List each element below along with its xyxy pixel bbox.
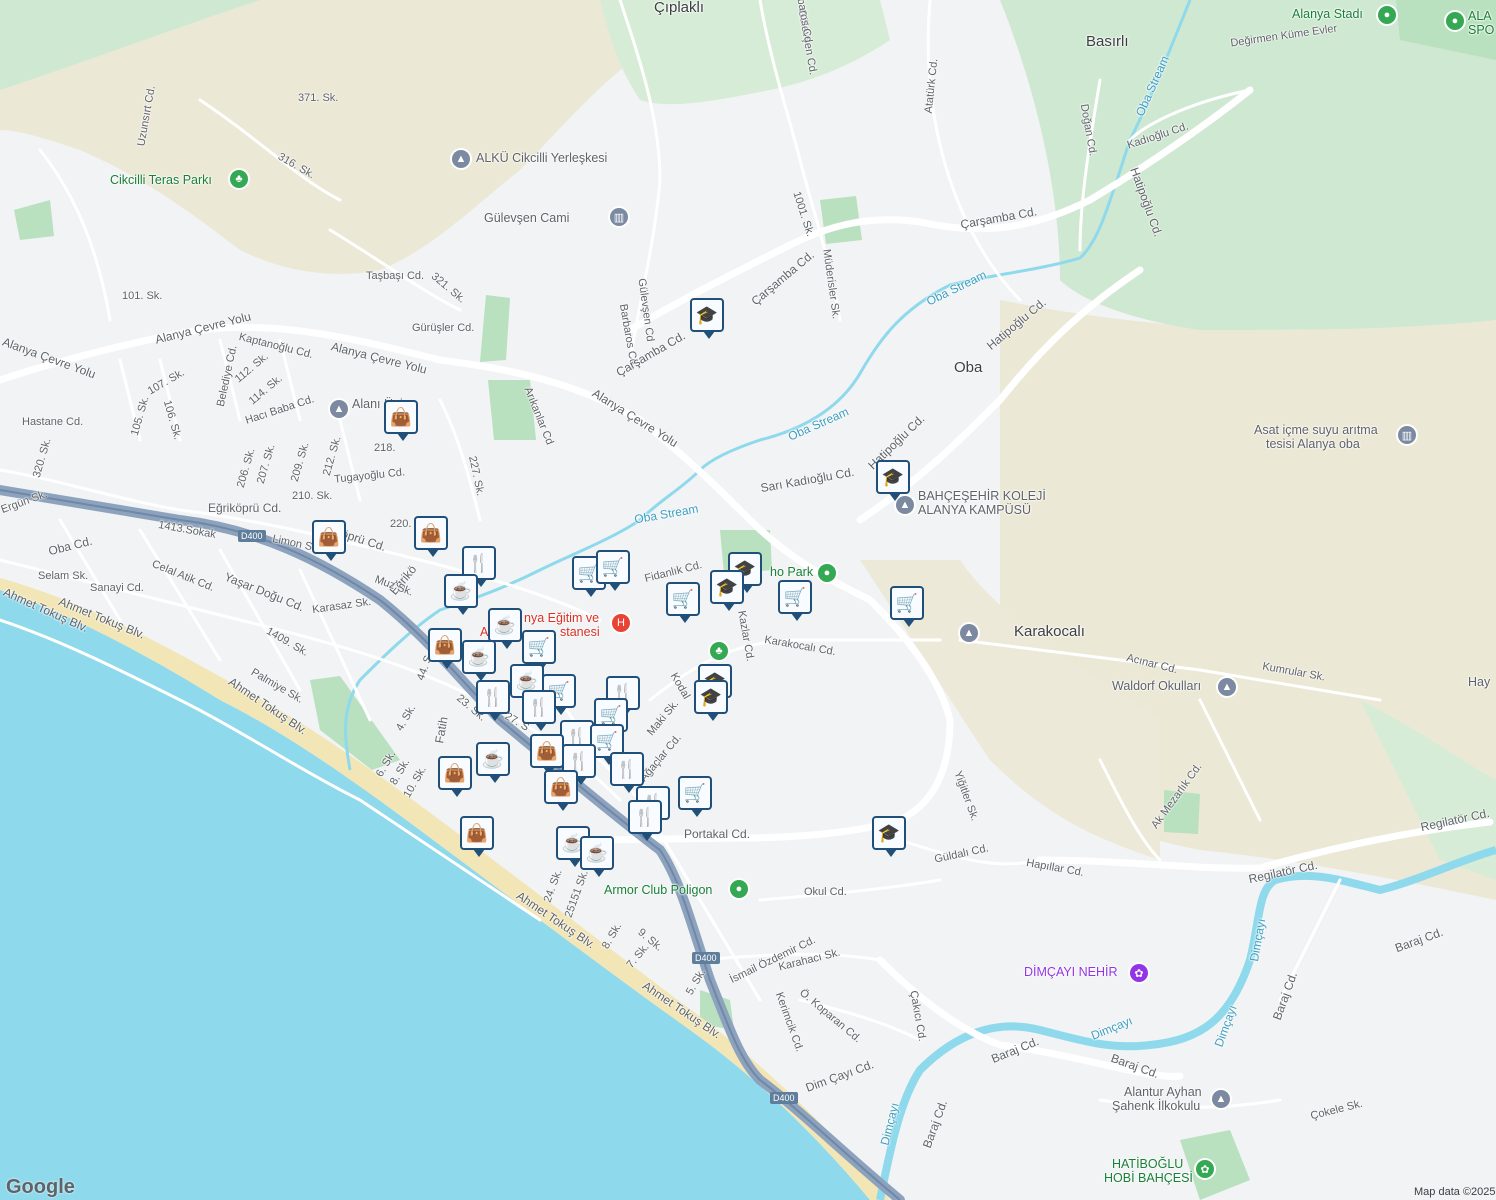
school-marker-icon[interactable]: ▲ (1218, 678, 1236, 696)
poi-label-alantur-line1[interactable]: Alantur Ayhan (1124, 1086, 1202, 1099)
street-label: Okul Cd. (804, 886, 847, 898)
poi-label-waldorf[interactable]: Waldorf Okulları (1112, 680, 1201, 693)
poi-label-hospital-line2[interactable]: stanesi (560, 626, 600, 639)
shopping-pin-icon[interactable]: 👜 (312, 520, 346, 561)
grocery-pin-icon[interactable]: 🛒 (522, 630, 556, 671)
school-marker-icon[interactable]: ▲ (1212, 1090, 1230, 1108)
sports-marker-icon[interactable]: ● (1446, 12, 1464, 30)
park-marker-icon[interactable]: ♣ (230, 170, 248, 188)
grocery-pin-icon[interactable]: 🛒 (778, 580, 812, 621)
shopping-pin-icon[interactable]: 👜 (544, 770, 578, 811)
grocery-pin-icon[interactable]: 🛒 (678, 776, 712, 817)
street-label: Eğriköprü Cd. (208, 501, 282, 515)
grocery-pin-icon[interactable]: 🛒 (596, 550, 630, 591)
street-label: Portakal Cd. (684, 827, 751, 841)
street-label: Selam Sk. (38, 570, 89, 582)
map-canvas[interactable]: Çıplaklı Basırlı Oba Karakocalı 371. Sk.… (0, 0, 1496, 1200)
street-label: Taşbaşı Cd. (366, 270, 425, 282)
street-label: 101. Sk. (122, 290, 163, 302)
nature-marker-icon[interactable]: ♣ (710, 642, 728, 660)
poi-label-alantur-line2[interactable]: Şahenk İlkokulu (1112, 1100, 1200, 1113)
poi-label-asat-line2[interactable]: tesisi Alanya oba (1266, 438, 1360, 451)
cafe-pin-icon[interactable]: ☕ (444, 574, 478, 615)
town-label-oba: Oba (954, 359, 983, 376)
street-label: 220. (390, 518, 412, 530)
poi-label-alku[interactable]: ALKÜ Cikcilli Yerleşkesi (476, 152, 607, 165)
restaurant-pin-icon[interactable]: 🍴 (476, 680, 510, 721)
poi-label-dimcayi-nehir[interactable]: DİMÇAYI NEHİR (1024, 966, 1118, 979)
garden-marker-icon[interactable]: ✿ (1196, 1160, 1214, 1178)
poi-label-bahcesehir-line2[interactable]: ALANYA KAMPÜSÜ (918, 504, 1031, 517)
poi-label-hatiboglu-line1[interactable]: HATİBOĞLU (1112, 1158, 1183, 1171)
highway-shield: D400 (238, 530, 266, 542)
university-marker-icon[interactable]: ▲ (330, 400, 348, 418)
google-logo[interactable]: Google (6, 1176, 75, 1199)
shopping-pin-icon[interactable]: 👜 (414, 516, 448, 557)
school-pin-icon[interactable]: 🎓 (872, 816, 906, 857)
grocery-pin-icon[interactable]: 🛒 (890, 586, 924, 627)
school-pin-icon[interactable]: 🎓 (710, 570, 744, 611)
school-pin-icon[interactable]: 🎓 (876, 460, 910, 501)
poi-label-gulevsen-cami[interactable]: Gülevşen Cami (484, 212, 569, 225)
cafe-pin-icon[interactable]: ☕ (488, 608, 522, 649)
poi-label-oba-park[interactable]: ho Park (770, 566, 813, 579)
shopping-pin-icon[interactable]: 👜 (530, 734, 564, 775)
grocery-pin-icon[interactable]: 🛒 (666, 582, 700, 623)
town-label-karakocali: Karakocalı (1014, 623, 1085, 640)
school-marker-icon[interactable]: ▲ (960, 624, 978, 642)
poi-label-hospital-line1[interactable]: nya Eğitim ve (524, 612, 599, 625)
school-pin-icon[interactable]: 🎓 (694, 680, 728, 721)
poi-label-asat-line1[interactable]: Asat içme suyu arıtma (1254, 424, 1378, 437)
map-base-layer (0, 0, 1496, 1200)
town-label-basirli: Basırlı (1086, 33, 1129, 50)
poi-label-cikcilli-park[interactable]: Cikcilli Teras Parkı (110, 174, 212, 187)
street-label: Sanayi Cd. (90, 582, 144, 594)
highway-shield: D400 (770, 1092, 798, 1104)
school-marker-icon[interactable]: ▲ (452, 150, 470, 168)
shopping-pin-icon[interactable]: 👜 (460, 816, 494, 857)
mosque-marker-icon[interactable]: ▥ (610, 208, 628, 226)
map-attribution: Map data ©2025 (1414, 1186, 1496, 1198)
stadium-marker-icon[interactable]: ● (1378, 6, 1396, 24)
cafe-pin-icon[interactable]: ☕ (580, 836, 614, 877)
highway-shield: D400 (692, 952, 720, 964)
street-label: Gürüşler Cd. (412, 322, 475, 334)
poi-label-bahcesehir-line1[interactable]: BAHÇEŞEHİR KOLEJİ (918, 490, 1046, 503)
hospital-marker-icon[interactable]: H (612, 614, 630, 632)
town-label-ciplakli: Çıplaklı (654, 0, 705, 16)
restaurant-pin-icon[interactable]: 🍴 (628, 800, 662, 841)
shopping-pin-icon[interactable]: 👜 (384, 400, 418, 441)
poi-label-hatiboglu-line2[interactable]: HOBİ BAHÇESİ (1104, 1172, 1193, 1185)
attraction-marker-icon[interactable]: ✿ (1130, 964, 1148, 982)
poi-label-armor-club[interactable]: Armor Club Poligon (604, 884, 712, 897)
street-label: 210. Sk. (292, 490, 333, 502)
restaurant-pin-icon[interactable]: 🍴 (522, 690, 556, 731)
park-marker-icon[interactable]: ● (818, 564, 836, 582)
school-pin-icon[interactable]: 🎓 (690, 298, 724, 339)
poi-label-ala[interactable]: ALA (1468, 10, 1492, 23)
cafe-pin-icon[interactable]: ☕ (462, 640, 496, 681)
poi-label-spo[interactable]: SPO (1468, 24, 1494, 37)
shopping-pin-icon[interactable]: 👜 (428, 628, 462, 669)
poi-label-alanya-stadi[interactable]: Alanya Stadı (1292, 8, 1363, 21)
shopping-pin-icon[interactable]: 👜 (438, 756, 472, 797)
gun-club-marker-icon[interactable]: ● (730, 880, 748, 898)
restaurant-pin-icon[interactable]: 🍴 (610, 752, 644, 793)
cafe-pin-icon[interactable]: ☕ (476, 742, 510, 783)
street-label: Hastane Cd. (22, 416, 84, 428)
poi-label-hay[interactable]: Hay (1468, 676, 1490, 689)
water-plant-marker-icon[interactable]: ▥ (1398, 426, 1416, 444)
street-label: 371. Sk. (298, 92, 339, 104)
street-label: 218. (374, 442, 396, 454)
